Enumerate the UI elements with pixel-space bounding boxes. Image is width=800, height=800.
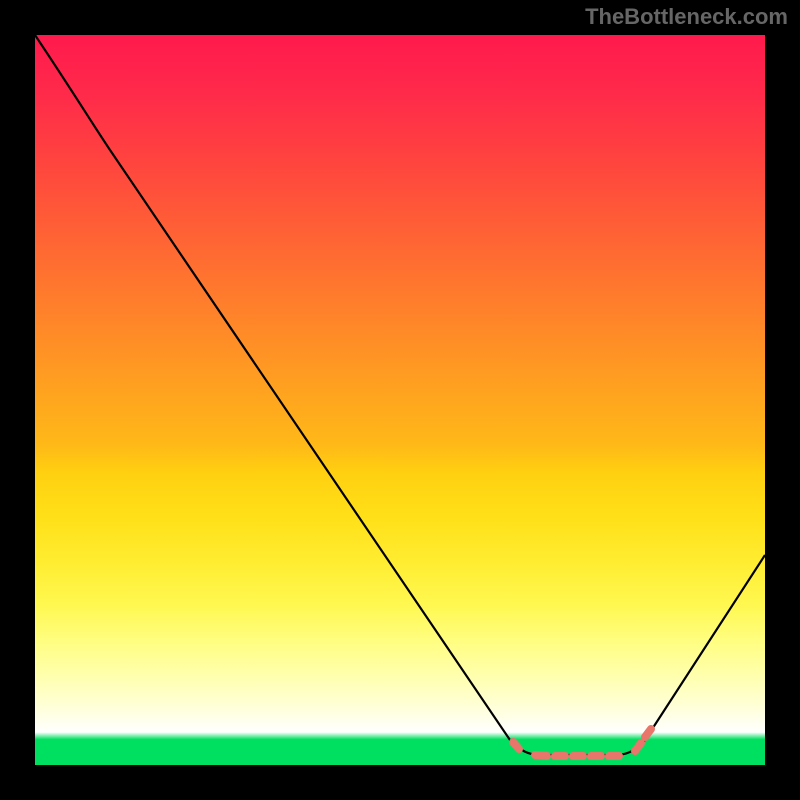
bottleneck-curve-svg [35,35,765,765]
plot-area [35,35,765,765]
bottleneck-curve-path [35,35,765,755]
attribution-text: TheBottleneck.com [585,4,788,30]
